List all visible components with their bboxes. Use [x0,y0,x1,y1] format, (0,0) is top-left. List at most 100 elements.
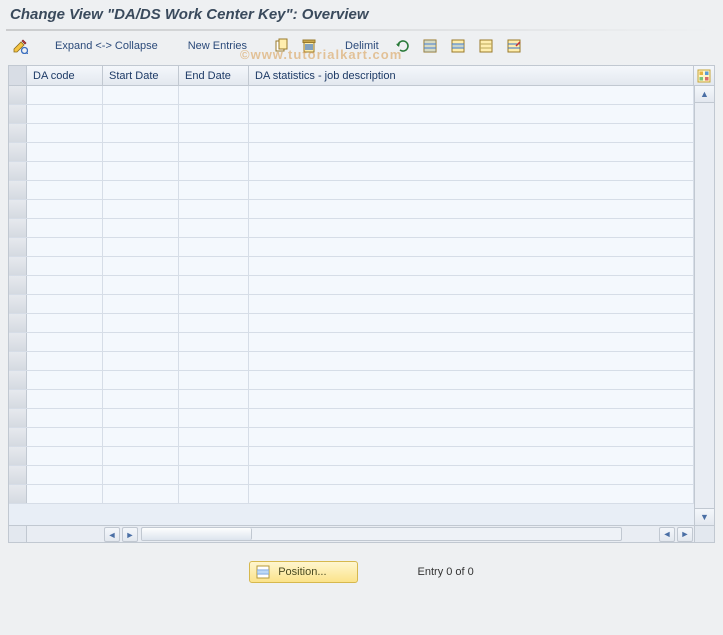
delimit-button[interactable]: Delimit [338,36,386,56]
cell-da-code[interactable] [27,162,103,180]
row-selector[interactable] [9,428,27,446]
cell-start-date[interactable] [103,333,179,351]
cell-start-date[interactable] [103,86,179,104]
delete-button[interactable] [298,36,322,56]
cell-da-code[interactable] [27,181,103,199]
cell-end-date[interactable] [179,238,249,256]
print-button[interactable] [502,36,526,56]
cell-da-code[interactable] [27,124,103,142]
cell-start-date[interactable] [103,371,179,389]
cell-end-date[interactable] [179,352,249,370]
cell-start-date[interactable] [103,352,179,370]
row-selector[interactable] [9,352,27,370]
cell-da-statistics[interactable] [249,409,694,427]
row-selector[interactable] [9,276,27,294]
cell-da-statistics[interactable] [249,466,694,484]
cell-da-statistics[interactable] [249,181,694,199]
cell-da-statistics[interactable] [249,314,694,332]
cell-da-statistics[interactable] [249,238,694,256]
toggle-display-change-button[interactable] [8,36,32,56]
cell-end-date[interactable] [179,219,249,237]
cell-end-date[interactable] [179,124,249,142]
scroll-left-button-2[interactable]: ◄ [659,527,675,542]
cell-start-date[interactable] [103,124,179,142]
deselect-all-button[interactable] [474,36,498,56]
cell-da-statistics[interactable] [249,371,694,389]
cell-end-date[interactable] [179,257,249,275]
cell-da-statistics[interactable] [249,333,694,351]
cell-end-date[interactable] [179,333,249,351]
cell-start-date[interactable] [103,390,179,408]
cell-end-date[interactable] [179,485,249,503]
row-selector[interactable] [9,200,27,218]
cell-da-code[interactable] [27,409,103,427]
scroll-right-button[interactable]: ► [122,527,138,542]
cell-da-statistics[interactable] [249,428,694,446]
hscroll-thumb[interactable] [142,528,252,540]
cell-da-code[interactable] [27,86,103,104]
row-selector[interactable] [9,390,27,408]
vscroll-track[interactable] [695,103,714,508]
row-selector[interactable] [9,314,27,332]
cell-da-code[interactable] [27,219,103,237]
cell-end-date[interactable] [179,428,249,446]
cell-da-statistics[interactable] [249,105,694,123]
select-all-button[interactable] [418,36,442,56]
row-selector[interactable] [9,124,27,142]
table-configure-button[interactable] [694,66,714,85]
new-entries-button[interactable]: New Entries [181,36,254,56]
cell-end-date[interactable] [179,105,249,123]
expand-collapse-button[interactable]: Expand <-> Collapse [48,36,165,56]
cell-da-code[interactable] [27,333,103,351]
cell-start-date[interactable] [103,466,179,484]
column-header-end-date[interactable]: End Date [179,66,249,85]
cell-da-code[interactable] [27,257,103,275]
cell-start-date[interactable] [103,105,179,123]
cell-da-code[interactable] [27,295,103,313]
column-header-start-date[interactable]: Start Date [103,66,179,85]
cell-end-date[interactable] [179,162,249,180]
cell-end-date[interactable] [179,143,249,161]
cell-start-date[interactable] [103,143,179,161]
cell-da-code[interactable] [27,352,103,370]
cell-end-date[interactable] [179,409,249,427]
cell-da-code[interactable] [27,371,103,389]
row-selector[interactable] [9,219,27,237]
row-selector[interactable] [9,162,27,180]
scroll-down-button[interactable]: ▼ [695,508,714,525]
cell-da-code[interactable] [27,238,103,256]
cell-da-code[interactable] [27,447,103,465]
cell-da-code[interactable] [27,200,103,218]
cell-da-statistics[interactable] [249,276,694,294]
cell-start-date[interactable] [103,447,179,465]
cell-da-statistics[interactable] [249,86,694,104]
position-button[interactable]: Position... [249,561,357,583]
row-selector[interactable] [9,181,27,199]
cell-start-date[interactable] [103,314,179,332]
copy-as-button[interactable] [270,36,294,56]
cell-start-date[interactable] [103,238,179,256]
cell-start-date[interactable] [103,295,179,313]
undo-change-button[interactable] [390,36,414,56]
cell-da-code[interactable] [27,390,103,408]
row-selector[interactable] [9,105,27,123]
cell-da-statistics[interactable] [249,295,694,313]
cell-da-statistics[interactable] [249,352,694,370]
row-selector[interactable] [9,143,27,161]
scroll-up-button[interactable]: ▲ [695,86,714,103]
row-selector[interactable] [9,257,27,275]
table-select-all-corner[interactable] [9,66,27,85]
cell-start-date[interactable] [103,409,179,427]
cell-da-code[interactable] [27,314,103,332]
hscroll-track[interactable] [141,527,622,541]
cell-end-date[interactable] [179,390,249,408]
row-selector[interactable] [9,485,27,503]
cell-da-statistics[interactable] [249,447,694,465]
cell-da-statistics[interactable] [249,485,694,503]
cell-da-statistics[interactable] [249,124,694,142]
select-block-button[interactable] [446,36,470,56]
cell-start-date[interactable] [103,485,179,503]
column-header-da-statistics[interactable]: DA statistics - job description [249,66,694,85]
row-selector[interactable] [9,333,27,351]
cell-da-statistics[interactable] [249,257,694,275]
